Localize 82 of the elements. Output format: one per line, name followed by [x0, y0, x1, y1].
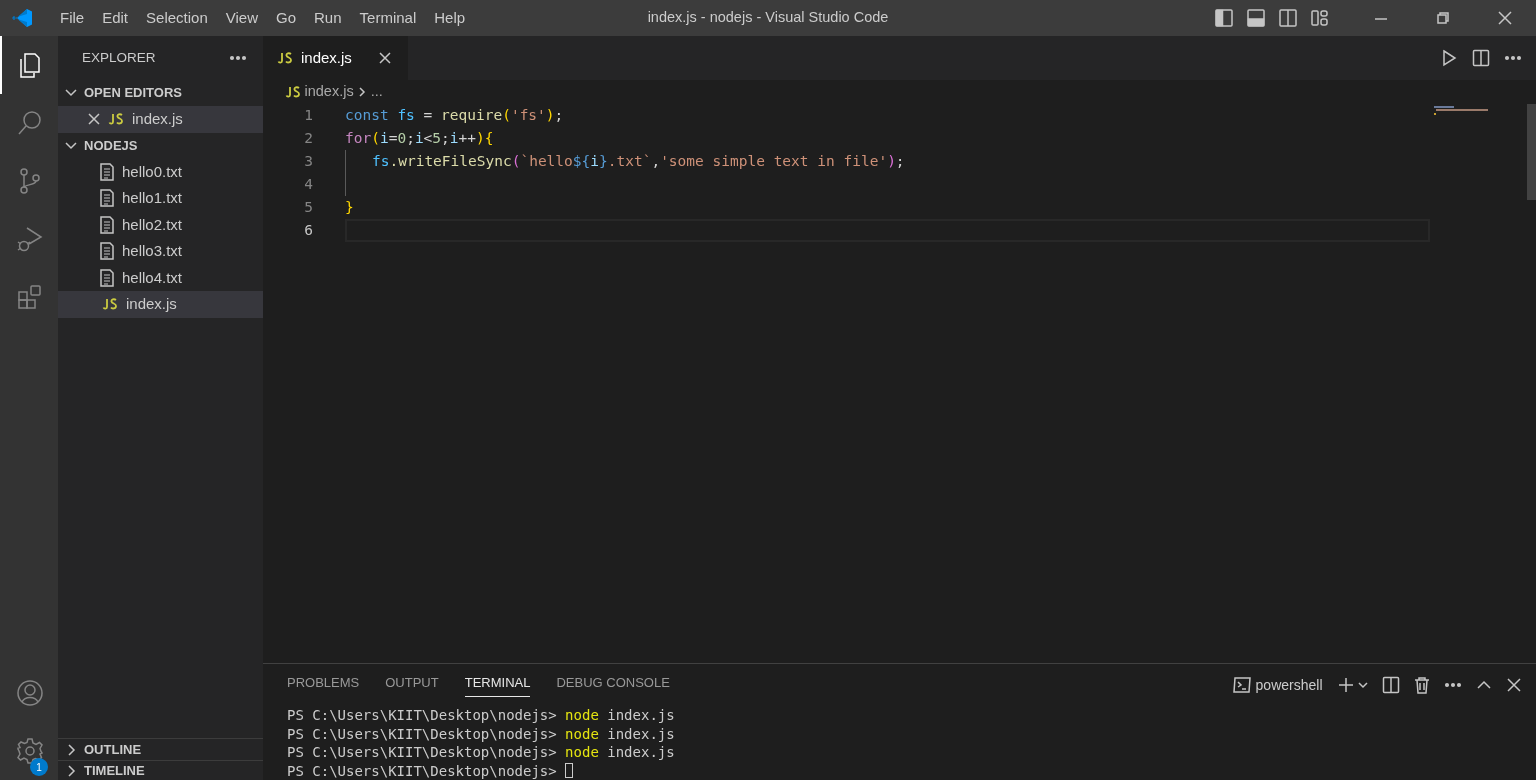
panel-toggle-icon[interactable]	[1246, 8, 1266, 28]
chevron-right-icon	[357, 86, 368, 98]
menu-item[interactable]: Edit	[93, 6, 138, 30]
notification-badge: 1	[30, 758, 48, 776]
chevron-down-icon[interactable]	[1358, 680, 1368, 690]
panel-tab[interactable]: OUTPUT	[385, 673, 439, 697]
split-editor-icon[interactable]	[1472, 49, 1490, 67]
terminal-prompt: PS C:\Users\KIIT\Desktop\nodejs>	[287, 706, 557, 725]
terminal-prompt: PS C:\Users\KIIT\Desktop\nodejs>	[287, 724, 557, 743]
code-line: const fs = require('fs');	[345, 105, 565, 125]
js-file-icon	[102, 298, 118, 311]
close-icon[interactable]	[1506, 677, 1522, 693]
minimap-drawing	[1434, 106, 1488, 116]
tree-item[interactable]: hello0.txt	[58, 158, 263, 185]
text-file-icon	[100, 189, 114, 208]
text-file-icon	[100, 268, 114, 287]
split-terminal-icon[interactable]	[1382, 676, 1400, 694]
panel-tab[interactable]: DEBUG CONSOLE	[556, 673, 670, 697]
menu-item[interactable]: Go	[267, 6, 305, 30]
terminal-prompt: PS C:\Users\KIIT\Desktop\nodejs>	[287, 743, 557, 762]
sidebar-toggle-icon[interactable]	[1214, 8, 1234, 28]
breadcrumb-item[interactable]: index.js	[304, 81, 354, 103]
close-icon[interactable]	[88, 113, 100, 126]
js-file-icon	[285, 86, 301, 98]
layout-grid-icon[interactable]	[1310, 8, 1330, 28]
restore-icon[interactable]	[1434, 9, 1452, 27]
line-number: 1	[303, 105, 313, 125]
code-line: fs.writeFileSync(`hello${i}.txt`,'some simple text in file');	[372, 151, 906, 171]
terminal-command: node index.js	[565, 706, 675, 725]
window-title: index.js - nodejs - Visual Studio Code	[647, 9, 889, 26]
line-number: 3	[303, 151, 313, 171]
text-file-icon	[100, 162, 114, 181]
menu-item[interactable]: Terminal	[350, 6, 426, 30]
js-file-icon	[108, 113, 124, 126]
more-icon[interactable]	[229, 55, 247, 61]
js-file-icon	[277, 52, 293, 64]
terminal-icon	[1232, 676, 1253, 694]
account-icon	[15, 678, 45, 708]
tree-item[interactable]: hello2.txt	[58, 211, 263, 238]
terminal-prompt: PS C:\Users\KIIT\Desktop\nodejs>	[287, 761, 557, 780]
code-line: for(i=0;i<5;i++){	[345, 128, 495, 148]
split-layout-icon[interactable]	[1278, 8, 1298, 28]
code-line: }	[345, 197, 355, 217]
menu-item[interactable]: File	[51, 6, 94, 30]
line-number: 6	[303, 220, 313, 240]
sidebar-title: EXPLORER	[82, 48, 156, 67]
activity-bar-button[interactable]: 1	[0, 722, 58, 780]
terminal-command: node index.js	[565, 743, 675, 762]
more-icon[interactable]	[1444, 682, 1462, 688]
section-header[interactable]: TIMELINE	[58, 760, 263, 780]
terminal-command: node index.js	[565, 724, 675, 743]
more-icon[interactable]	[1504, 55, 1522, 61]
breadcrumb-item[interactable]: ...	[370, 81, 383, 103]
editor-tab[interactable]: index.js	[263, 36, 408, 80]
menu-item[interactable]: Help	[425, 6, 475, 30]
plus-icon[interactable]	[1336, 676, 1355, 694]
close-icon[interactable]	[378, 51, 392, 65]
text-file-icon	[100, 215, 114, 234]
tree-item[interactable]: index.js	[58, 291, 263, 318]
line-number: 5	[303, 197, 313, 217]
scrollbar-thumb[interactable]	[1527, 104, 1536, 200]
line-number: 2	[303, 128, 313, 148]
section-header[interactable]: NODEJS	[58, 132, 263, 159]
line-number: 4	[303, 174, 313, 194]
text-file-icon	[100, 242, 114, 261]
section-header[interactable]: OPEN EDITORS	[58, 80, 263, 106]
menu-item[interactable]: Selection	[137, 6, 217, 30]
trash-icon[interactable]	[1414, 676, 1430, 694]
tree-item[interactable]: index.js	[58, 106, 263, 133]
run-debug-icon	[15, 224, 45, 254]
section-header[interactable]: OUTLINE	[58, 738, 263, 760]
close-icon[interactable]	[1496, 9, 1514, 27]
tree-item[interactable]: hello3.txt	[58, 238, 263, 265]
panel-tab[interactable]: PROBLEMS	[287, 673, 360, 697]
menu-item[interactable]: Run	[305, 6, 351, 30]
tree-item[interactable]: hello1.txt	[58, 185, 263, 212]
terminal-profile-button[interactable]: powershell	[1232, 674, 1323, 696]
menu-item[interactable]: View	[216, 6, 267, 30]
run-icon[interactable]	[1440, 49, 1458, 67]
panel-tab[interactable]: TERMINAL	[464, 673, 531, 697]
app-logo-icon[interactable]	[11, 7, 33, 29]
tree-item[interactable]: hello4.txt	[58, 264, 263, 291]
